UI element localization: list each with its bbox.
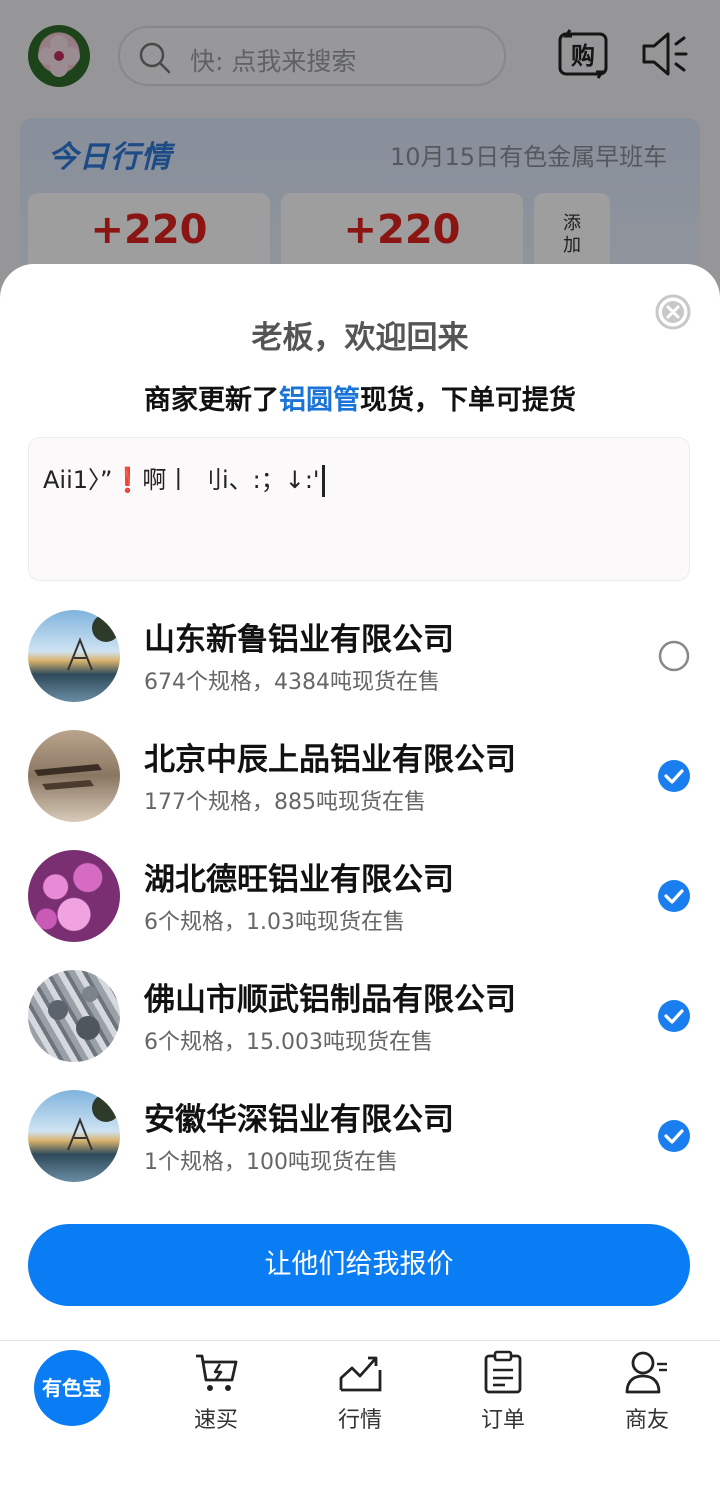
sheet-title: 老板，欢迎回来 (251, 320, 469, 356)
merchant-info: 1个规格，100吨现货在售 (144, 1150, 398, 1175)
checkmark-icon[interactable] (658, 760, 690, 792)
note-text: Aii1〉”❗啊丨 刂i、:；↓:' (43, 466, 320, 494)
nav-item-contacts[interactable]: 商友 (597, 1350, 697, 1440)
checkmark-icon[interactable] (658, 1000, 690, 1032)
checkmark-icon[interactable] (658, 1120, 690, 1152)
nav-item-quick-buy[interactable]: 速买 (166, 1350, 266, 1440)
merchant-name: 佛山市顺武铝制品有限公司 (144, 982, 516, 1018)
clipboard-icon (484, 1350, 522, 1394)
nav-label: 行情 (337, 1408, 382, 1433)
merchant-avatar (28, 1090, 120, 1182)
merchant-avatar (28, 850, 120, 942)
merchant-info: 674个规格，4384吨现货在售 (144, 670, 440, 695)
nav-home-button[interactable]: 有色宝 (34, 1350, 110, 1426)
nav-item-market[interactable]: 行情 (310, 1350, 410, 1440)
subtitle-prefix: 商家更新了 (144, 385, 279, 416)
checkmark-icon[interactable] (658, 880, 690, 912)
product-highlight[interactable]: 铝圆管 (279, 385, 360, 416)
contacts-icon (625, 1351, 667, 1394)
merchant-info: 6个规格，15.003吨现货在售 (144, 1030, 433, 1055)
note-text-wrap: Aii1〉”❗啊丨 刂i、:；↓:' (43, 460, 325, 497)
merchant-name: 安徽华深铝业有限公司 (144, 1102, 454, 1138)
nav-label: 商友 (624, 1408, 669, 1433)
merchant-info: 6个规格，1.03吨现货在售 (144, 910, 405, 935)
merchant-row[interactable]: 安徽华深铝业有限公司 1个规格，100吨现货在售 (0, 1090, 720, 1200)
merchant-avatar (28, 730, 120, 822)
nav-label: 订单 (480, 1408, 525, 1433)
merchant-avatar (28, 610, 120, 702)
nav-item-orders[interactable]: 订单 (453, 1350, 553, 1440)
sheet-subtitle: 商家更新了铝圆管现货，下单可提货 (0, 378, 720, 417)
merchant-row[interactable]: 佛山市顺武铝制品有限公司 6个规格，15.003吨现货在售 (0, 970, 720, 1080)
note-textarea[interactable]: Aii1〉”❗啊丨 刂i、:；↓:' (28, 437, 690, 581)
merchant-row[interactable]: 山东新鲁铝业有限公司 674个规格，4384吨现货在售 (0, 610, 720, 720)
nav-label: 速买 (193, 1408, 238, 1433)
merchant-row[interactable]: 北京中辰上品铝业有限公司 177个规格，885吨现货在售 (0, 730, 720, 840)
cart-icon (196, 1354, 238, 1391)
merchant-row[interactable]: 湖北德旺铝业有限公司 6个规格，1.03吨现货在售 (0, 850, 720, 960)
trend-chart-icon (339, 1356, 382, 1392)
merchant-info: 177个规格，885吨现货在售 (144, 790, 426, 815)
merchant-name: 北京中辰上品铝业有限公司 (144, 742, 516, 778)
request-quote-button[interactable]: 让他们给我报价 (28, 1224, 690, 1306)
merchant-name: 山东新鲁铝业有限公司 (144, 622, 454, 658)
radio-unchecked-icon[interactable] (658, 640, 690, 672)
merchant-avatar (28, 970, 120, 1062)
text-caret (321, 465, 325, 497)
subtitle-suffix: 现货，下单可提货 (360, 385, 576, 416)
merchant-name: 湖北德旺铝业有限公司 (144, 862, 454, 898)
